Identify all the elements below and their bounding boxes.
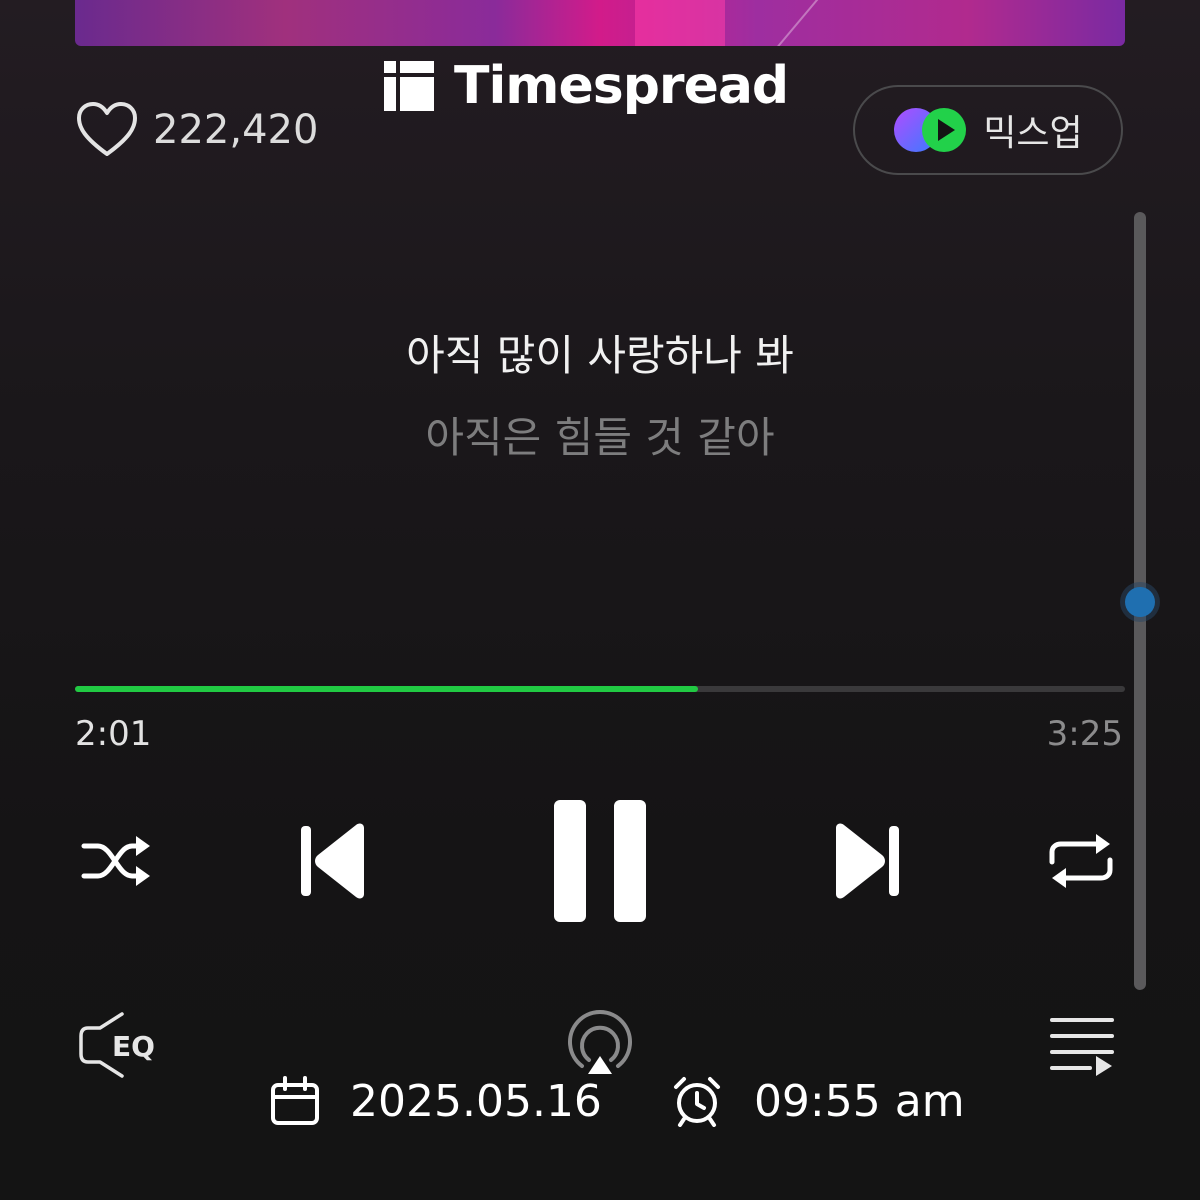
- next-button[interactable]: [832, 822, 902, 900]
- alarm-clock-icon: [673, 1077, 720, 1127]
- seek-bar[interactable]: [75, 686, 1125, 692]
- next-icon: [836, 823, 899, 899]
- playlist-icon: [1050, 1018, 1114, 1076]
- footer-time: 09:55 am: [753, 1075, 965, 1127]
- footer-date: 2025.05.16: [350, 1075, 602, 1127]
- shuffle-icon: [81, 836, 150, 886]
- repeat-button[interactable]: [1044, 828, 1118, 894]
- playlist-button[interactable]: [1046, 1014, 1118, 1078]
- lyrics-scrollbar-thumb[interactable]: [1120, 582, 1160, 622]
- previous-button[interactable]: [298, 822, 368, 900]
- svg-text:EQ: EQ: [112, 1030, 155, 1063]
- music-player-screen: Timespread 222,420 믹스업 아직 많이 사랑하나 봐 아직은 …: [0, 0, 1200, 1200]
- brand-watermark: Timespread: [384, 56, 789, 116]
- eq-icon: EQ: [79, 1012, 155, 1078]
- mixup-icon: [894, 108, 967, 152]
- lyric-current-line[interactable]: 아직 많이 사랑하나 봐: [0, 322, 1200, 383]
- calendar-icon: [271, 1076, 319, 1125]
- brand-logo-icon: [384, 61, 434, 111]
- airplay-button[interactable]: [562, 1010, 638, 1076]
- album-art[interactable]: [75, 0, 1125, 46]
- like-count: 222,420: [153, 107, 319, 153]
- elapsed-time: 2:01: [75, 714, 152, 754]
- heart-icon: [77, 102, 137, 156]
- pause-button[interactable]: [552, 798, 648, 924]
- total-time: 3:25: [1046, 714, 1123, 754]
- timestamp-overlay: 2025.05.16 09:55 am: [270, 1075, 965, 1127]
- seek-bar-fill: [75, 686, 698, 692]
- like-button[interactable]: 222,420: [75, 100, 318, 160]
- repeat-icon: [1049, 834, 1113, 888]
- eq-button[interactable]: EQ: [78, 1010, 162, 1080]
- mixup-label: 믹스업: [983, 113, 1083, 154]
- album-art-streak: [772, 0, 820, 46]
- previous-icon: [301, 823, 364, 899]
- shuffle-button[interactable]: [78, 828, 154, 894]
- mixup-button[interactable]: 믹스업: [853, 85, 1123, 175]
- pause-icon: [554, 800, 646, 922]
- airplay-icon: [568, 1010, 632, 1074]
- album-art-glow: [635, 0, 725, 46]
- lyric-next-line[interactable]: 아직은 힘들 것 같아: [0, 404, 1200, 465]
- brand-name: Timespread: [454, 56, 789, 116]
